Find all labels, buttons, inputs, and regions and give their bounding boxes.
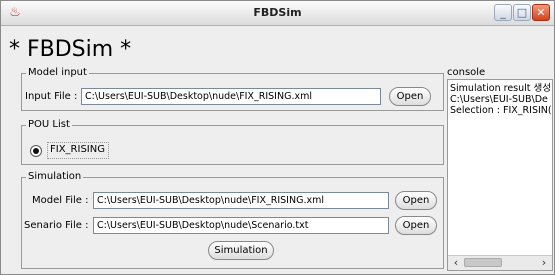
input-file-field[interactable]: C:\Users\EUI-SUB\Desktop\nude\FIX_RISING… [81,88,381,105]
radio-selected-dot [33,148,39,154]
input-file-label: Input File : [25,91,78,102]
pou-item-label: FIX_RISING [50,144,105,155]
console-title: console [447,67,486,78]
senario-file-field[interactable]: C:\Users\EUI-SUB\Desktop\nude\Scenario.t… [93,217,389,234]
senario-file-label: Senario File : [24,220,89,231]
console-output[interactable]: Simulation result 생성 C:\Users\EUI-SUB\De… [447,79,553,271]
simulation-legend: Simulation [26,170,84,183]
console-line: C:\Users\EUI-SUB\De [450,94,548,105]
scroll-left-icon[interactable]: ‹ [449,256,463,270]
minimize-icon: _ [500,6,506,19]
pou-radio-fix-rising[interactable] [30,145,42,157]
model-file-field[interactable]: C:\Users\EUI-SUB\Desktop\nude\FIX_RISING… [93,192,389,209]
app-window: ♨ FBDSim _ □ ✕ * FBDSim * Model input In… [0,0,555,275]
minimize-button[interactable]: _ [494,4,512,21]
close-button[interactable]: ✕ [532,4,550,21]
pou-list-group: POU List FIX_RISING [21,118,444,165]
pou-list-legend: POU List [26,118,72,131]
console-line: Selection : FIX_RISIN( [450,105,552,116]
scroll-thumb[interactable] [464,258,502,267]
model-input-legend: Model input [26,66,89,79]
scroll-right-icon[interactable]: › [537,256,551,270]
maximize-button[interactable]: □ [513,4,531,21]
model-file-label: Model File : [32,195,89,206]
console-line: Simulation result 생성 [450,83,551,94]
title-bar[interactable]: ♨ FBDSim _ □ ✕ [1,1,554,26]
maximize-icon: □ [516,6,528,19]
simulation-group: Simulation Model File : C:\Users\EUI-SUB… [21,170,444,269]
senario-open-button[interactable]: Open [395,216,437,235]
model-open-button[interactable]: Open [395,191,437,210]
window-title: FBDSim [253,6,302,19]
model-input-group: Model input Input File : C:\Users\EUI-SU… [21,66,444,111]
app-heading: * FBDSim * [9,37,132,62]
close-icon: ✕ [536,6,546,19]
console-horizontal-scrollbar[interactable]: ‹ › [448,255,552,270]
input-open-button[interactable]: Open [389,87,431,106]
run-simulation-button[interactable]: Simulation [208,241,274,260]
